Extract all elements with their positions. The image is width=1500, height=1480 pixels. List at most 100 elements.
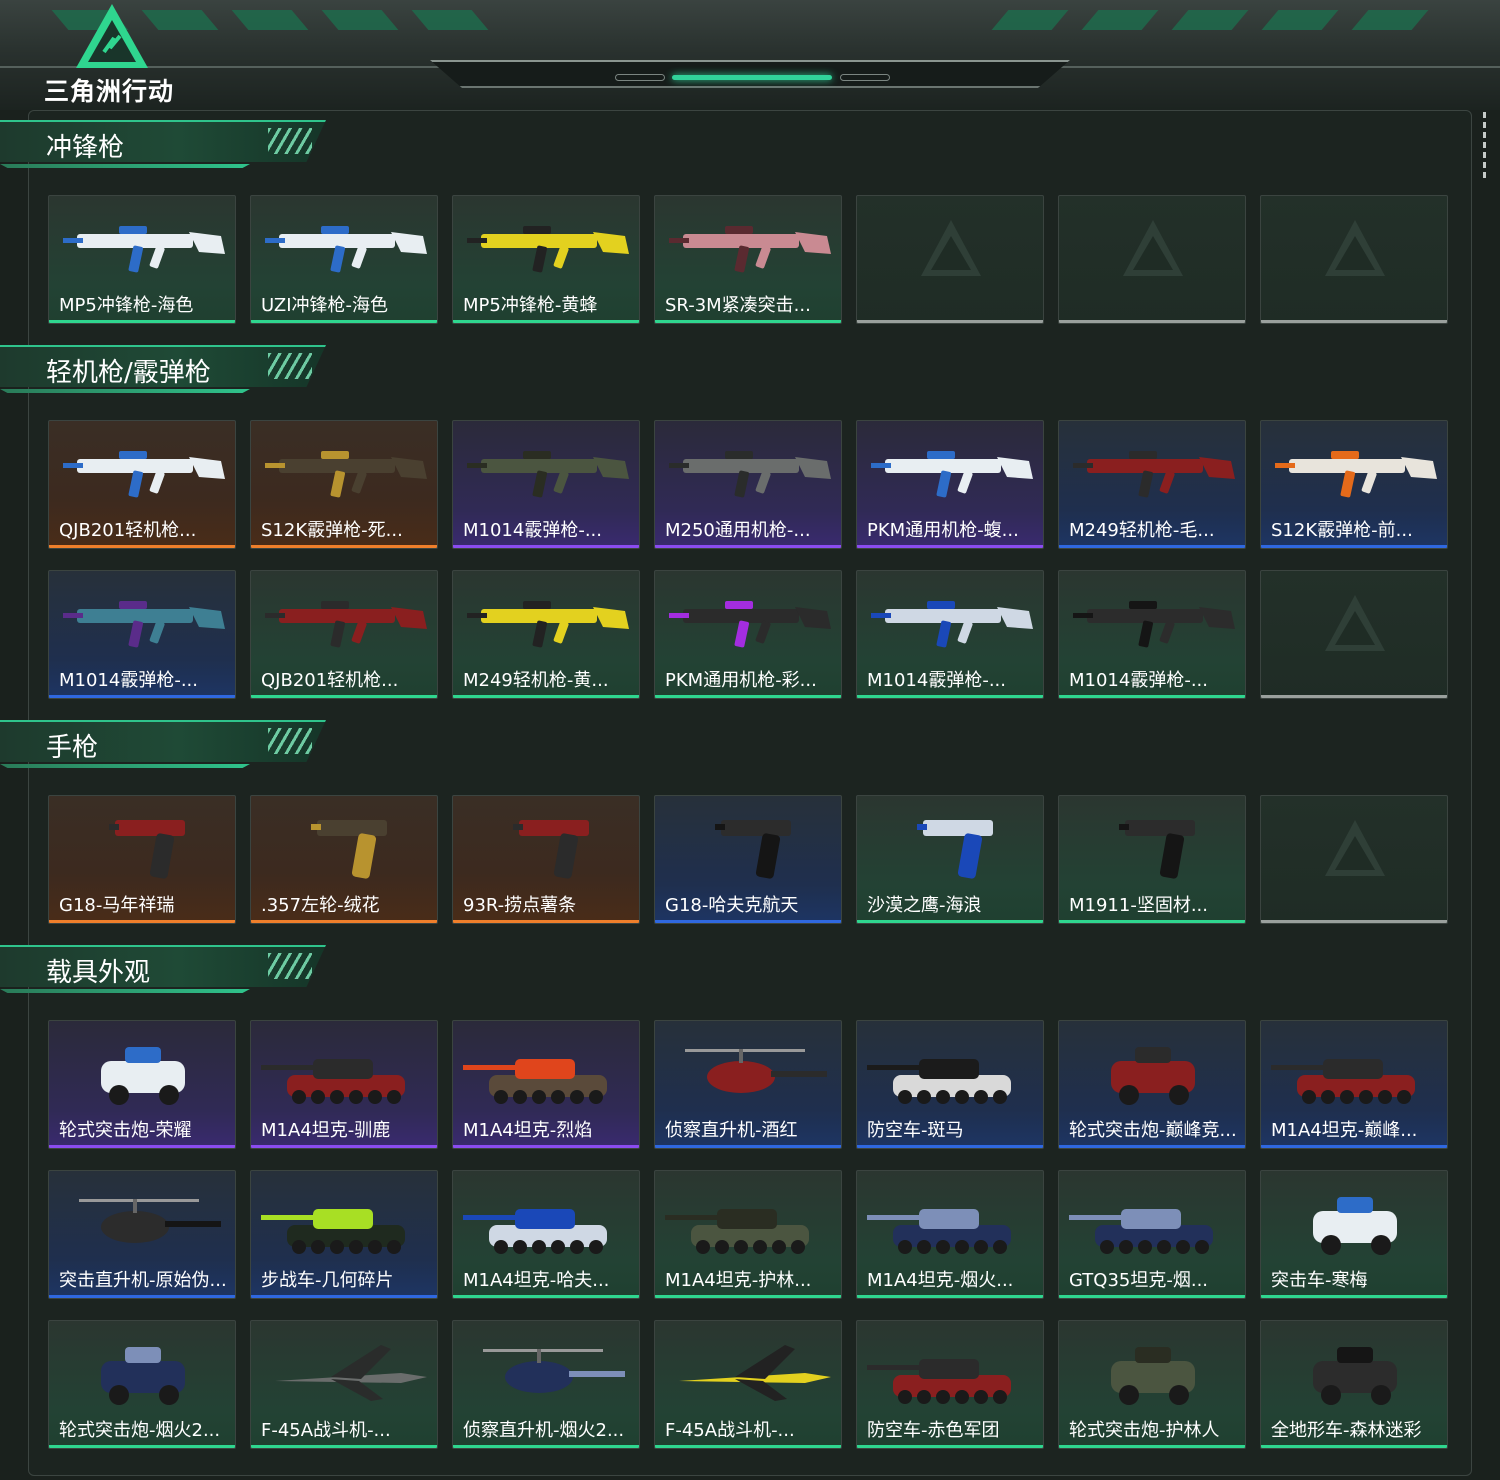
skin-thumbnail: [63, 601, 225, 648]
skin-thumbnail: [679, 1345, 831, 1401]
skin-card[interactable]: 突击直升机-原始伪...: [48, 1170, 236, 1299]
skin-card[interactable]: MP5冲锋枪-海色: [48, 195, 236, 324]
skin-thumbnail: [1313, 1347, 1397, 1405]
skin-card[interactable]: S12K霰弹枪-前...: [1260, 420, 1448, 549]
skin-card[interactable]: F-45A战斗机-...: [654, 1320, 842, 1449]
skin-card[interactable]: QJB201轻机枪...: [250, 570, 438, 699]
rarity-bar: [1261, 695, 1447, 698]
skin-card[interactable]: M1A4坦克-烟火...: [856, 1170, 1044, 1299]
skin-card[interactable]: 突击车-寒梅: [1260, 1170, 1448, 1299]
skin-name: M250通用机枪-...: [665, 520, 811, 541]
empty-slot-card: [856, 195, 1044, 324]
skin-card[interactable]: M1A4坦克-护林...: [654, 1170, 842, 1299]
skin-name: M1A4坦克-烟火...: [867, 1270, 1014, 1291]
skin-card[interactable]: 轮式突击炮-荣耀: [48, 1020, 236, 1149]
skin-card[interactable]: MP5冲锋枪-黄蜂: [452, 195, 640, 324]
skin-card[interactable]: 轮式突击炮-烟火2...: [48, 1320, 236, 1449]
skin-thumbnail: [871, 601, 1033, 648]
section-title: 轻机枪/霰弹枪: [46, 358, 211, 388]
skin-name: M1A4坦克-护林...: [665, 1270, 812, 1291]
skin-card[interactable]: QJB201轻机枪...: [48, 420, 236, 549]
skin-name: GTQ35坦克-烟...: [1069, 1270, 1209, 1291]
skin-card[interactable]: SR-3M紧凑突击...: [654, 195, 842, 324]
empty-slot-card: [1260, 570, 1448, 699]
skin-card[interactable]: M1A4坦克-巅峰...: [1260, 1020, 1448, 1149]
skin-thumbnail: [1271, 1059, 1415, 1104]
section-header: 手枪: [0, 720, 330, 770]
skin-card[interactable]: M1A4坦克-驯鹿: [250, 1020, 438, 1149]
section-header: 轻机枪/霰弹枪: [0, 345, 330, 395]
rarity-bar: [857, 320, 1043, 323]
skin-thumbnail: [463, 1209, 607, 1254]
skin-card[interactable]: 沙漠之鹰-海浪: [856, 795, 1044, 924]
skin-card[interactable]: M250通用机枪-...: [654, 420, 842, 549]
section-title: 冲锋枪: [46, 133, 125, 163]
skin-card[interactable]: M1911-坚固材...: [1058, 795, 1246, 924]
skin-name: QJB201轻机枪...: [261, 670, 399, 691]
skin-name: 步战车-几何碎片: [261, 1270, 394, 1291]
skin-name: 防空车-赤色军团: [867, 1420, 1000, 1441]
skin-card[interactable]: .357左轮-绒花: [250, 795, 438, 924]
skin-name: 93R-捞点薯条: [463, 895, 577, 916]
skin-card[interactable]: F-45A战斗机-...: [250, 1320, 438, 1449]
rarity-bar: [453, 1295, 639, 1298]
skin-thumbnail: [109, 820, 185, 879]
rarity-bar: [1261, 920, 1447, 923]
skin-name: 侦察直升机-酒红: [665, 1120, 798, 1141]
skin-name: SR-3M紧凑突击...: [665, 295, 811, 316]
skin-thumbnail: [513, 820, 589, 879]
skin-thumbnail: [665, 1209, 809, 1254]
banner-stripe: [1351, 10, 1429, 30]
skin-card[interactable]: M1A4坦克-烈焰: [452, 1020, 640, 1149]
skin-card[interactable]: PKM通用机枪-蝮...: [856, 420, 1044, 549]
skin-name: MP5冲锋枪-黄蜂: [463, 295, 598, 316]
rarity-bar: [251, 320, 437, 323]
delta-triangle-icon: [76, 4, 148, 68]
rarity-bar: [251, 1295, 437, 1298]
skin-card[interactable]: 轮式突击炮-护林人: [1058, 1320, 1246, 1449]
skin-card[interactable]: M1014霰弹枪-...: [48, 570, 236, 699]
skin-card[interactable]: 步战车-几何碎片: [250, 1170, 438, 1299]
banner-stripe: [411, 10, 489, 30]
skin-card[interactable]: GTQ35坦克-烟...: [1058, 1170, 1246, 1299]
rarity-bar: [251, 1445, 437, 1448]
banner-stripe: [1171, 10, 1249, 30]
skin-card[interactable]: M249轻机枪-黄...: [452, 570, 640, 699]
scrollbar[interactable]: [1483, 112, 1486, 178]
skin-thumbnail: [1111, 1347, 1195, 1405]
skin-thumbnail: [715, 820, 791, 879]
skin-card[interactable]: S12K霰弹枪-死...: [250, 420, 438, 549]
empty-slot-watermark-icon: [1123, 220, 1183, 276]
skin-card[interactable]: M1A4坦克-哈夫...: [452, 1170, 640, 1299]
section-title: 载具外观: [46, 958, 151, 988]
skin-card[interactable]: M1014霰弹枪-...: [856, 570, 1044, 699]
skin-thumbnail: [1073, 601, 1235, 648]
skin-card[interactable]: 侦察直升机-酒红: [654, 1020, 842, 1149]
skin-card[interactable]: M1014霰弹枪-...: [1058, 570, 1246, 699]
skin-card[interactable]: 防空车-斑马: [856, 1020, 1044, 1149]
rarity-bar: [453, 1145, 639, 1148]
rarity-bar: [655, 695, 841, 698]
skin-name: 轮式突击炮-护林人: [1069, 1420, 1220, 1441]
skin-card[interactable]: 轮式突击炮-巅峰竞...: [1058, 1020, 1246, 1149]
rarity-bar: [1261, 1295, 1447, 1298]
skin-card[interactable]: 全地形车-森林迷彩: [1260, 1320, 1448, 1449]
skin-thumbnail: [261, 1059, 405, 1104]
skin-name: M1014霰弹枪-...: [463, 520, 602, 541]
skin-card[interactable]: M249轻机枪-毛...: [1058, 420, 1246, 549]
skin-card[interactable]: PKM通用机枪-彩...: [654, 570, 842, 699]
skin-card[interactable]: UZI冲锋枪-海色: [250, 195, 438, 324]
skin-card[interactable]: G18-哈夫克航天: [654, 795, 842, 924]
skin-card[interactable]: G18-马年祥瑞: [48, 795, 236, 924]
skin-card[interactable]: M1014霰弹枪-...: [452, 420, 640, 549]
section-header: 载具外观: [0, 945, 330, 995]
section-header: 冲锋枪: [0, 120, 330, 170]
banner-stripe: [1081, 10, 1159, 30]
skin-card[interactable]: 93R-捞点薯条: [452, 795, 640, 924]
skin-card[interactable]: 侦察直升机-烟火2...: [452, 1320, 640, 1449]
banner-stripe: [321, 10, 399, 30]
rarity-bar: [1059, 545, 1245, 548]
rarity-bar: [251, 1145, 437, 1148]
skin-card[interactable]: 防空车-赤色军团: [856, 1320, 1044, 1449]
skin-thumbnail: [261, 1209, 405, 1254]
